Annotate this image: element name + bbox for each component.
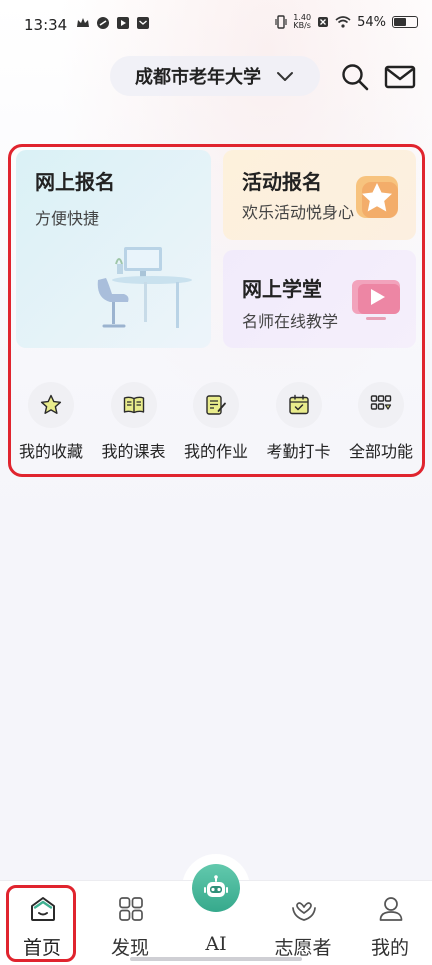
net-speed: 1.40 KB/s (293, 14, 311, 30)
online-school-subtitle: 名师在线教学 (242, 312, 339, 331)
tool-attendance-label: 考勤打卡 (266, 442, 331, 461)
tool-attendance-circle (275, 382, 322, 428)
user-icon (379, 897, 403, 921)
tool-attendance[interactable]: 考勤打卡 (258, 382, 340, 466)
star-icon (40, 394, 62, 414)
status-time: 13:34 (24, 16, 68, 34)
tool-schedule[interactable]: 我的课表 (93, 382, 175, 466)
book-icon (123, 396, 144, 414)
app-notification-icon (97, 17, 109, 29)
tool-favorites[interactable]: 我的收藏 (10, 382, 92, 466)
activity-signup-card[interactable]: 活动报名 欢乐活动悦身心 (223, 150, 416, 240)
home-icon (31, 897, 55, 921)
tool-all-functions[interactable]: 全部功能 (340, 382, 422, 466)
vibrate-icon (275, 15, 287, 29)
tool-favorites-label: 我的收藏 (18, 442, 83, 461)
battery-level (394, 18, 406, 26)
notification-icons (76, 16, 150, 30)
net-speed-unit: KB/s (293, 21, 311, 30)
tool-all-functions-label: 全部功能 (348, 442, 413, 461)
calendar-check-icon (288, 394, 309, 415)
activity-signup-title: 活动报名 (242, 170, 322, 194)
nav-home-label: 首页 (22, 937, 61, 959)
nav-volunteer[interactable]: 志愿者 (263, 881, 343, 965)
search-icon[interactable] (340, 62, 370, 92)
online-signup-title: 网上报名 (35, 170, 115, 194)
battery-icon (392, 16, 418, 28)
chevron-down-icon (277, 72, 293, 81)
ai-button[interactable] (192, 864, 240, 912)
sim-off-icon (318, 17, 329, 27)
nav-discover[interactable]: 发现 (90, 881, 170, 965)
mail-icon[interactable] (384, 62, 416, 92)
tool-schedule-circle (110, 382, 157, 428)
crown-icon (77, 18, 89, 27)
heart-hand-icon (292, 902, 316, 921)
discover-grid-icon (119, 897, 143, 921)
quick-tools: 我的收藏 我的课表 我的作业 考勤打卡 全部功能 (10, 382, 422, 466)
home-indicator-bar (130, 957, 302, 961)
nav-mine[interactable]: 我的 (350, 881, 430, 965)
video-icon (352, 280, 400, 320)
nav-home[interactable]: 首页 (2, 881, 82, 965)
tool-homework-circle (193, 382, 239, 428)
battery-percent: 54% (357, 14, 386, 30)
school-selector[interactable]: 成都市老年大学 (110, 56, 320, 96)
online-signup-subtitle: 方便快捷 (35, 209, 100, 228)
online-school-card[interactable]: 网上学堂 名师在线教学 (223, 250, 416, 348)
school-name: 成都市老年大学 (135, 67, 261, 88)
tool-homework[interactable]: 我的作业 (175, 382, 257, 466)
tool-all-functions-circle (358, 382, 404, 428)
tool-favorites-circle (28, 382, 74, 428)
online-signup-card[interactable]: 网上报名 方便快捷 (16, 150, 211, 348)
robot-icon (204, 875, 228, 897)
tool-schedule-label: 我的课表 (101, 442, 166, 461)
nav-mine-label: 我的 (370, 937, 409, 959)
star-icon (356, 176, 398, 218)
message-notification-icon (137, 17, 149, 29)
tool-homework-label: 我的作业 (183, 442, 248, 461)
desk-illustration (97, 247, 192, 328)
nav-ai-label: AI (205, 933, 227, 955)
nav-volunteer-label: 志愿者 (274, 937, 332, 959)
online-school-title: 网上学堂 (242, 277, 322, 301)
grid-icon (370, 395, 392, 410)
status-right: 1.40 KB/s 54% (275, 14, 418, 30)
play-notification-icon (117, 17, 129, 29)
nav-discover-label: 发现 (110, 937, 149, 959)
status-bar: 13:34 1.40 KB/s 54% (0, 0, 432, 50)
wifi-icon (335, 16, 351, 28)
header: 成都市老年大学 (0, 54, 432, 102)
activity-signup-subtitle: 欢乐活动悦身心 (242, 203, 355, 222)
homework-icon (206, 395, 226, 415)
